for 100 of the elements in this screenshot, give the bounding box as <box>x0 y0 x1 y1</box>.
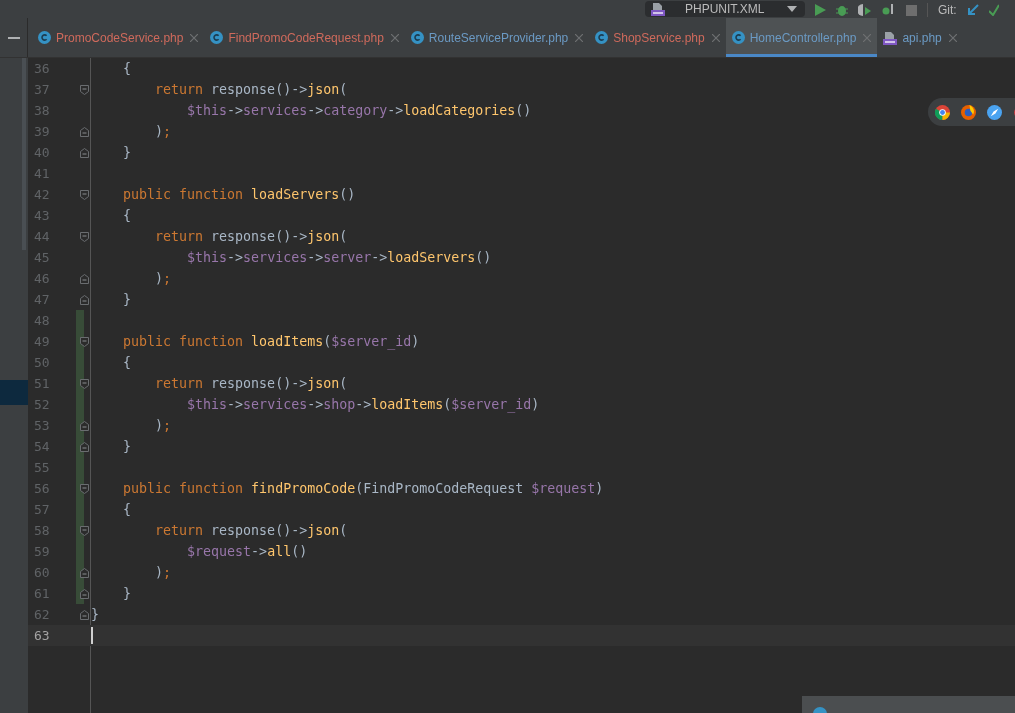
code-line: ); <box>154 416 172 435</box>
line-number: 47 <box>33 290 51 309</box>
line-number: 58 <box>33 521 51 540</box>
close-icon[interactable] <box>948 33 957 42</box>
line-number: 50 <box>33 353 51 372</box>
file-tab[interactable]: ShopService.php <box>589 18 726 57</box>
line-number: 39 <box>33 122 51 141</box>
line-number: 59 <box>33 542 51 561</box>
code-line: } <box>122 584 132 603</box>
caret-icon <box>787 6 797 12</box>
class-icon <box>410 31 424 44</box>
fold-icon[interactable] <box>80 441 89 452</box>
line-number: 43 <box>33 206 51 225</box>
minimize-icon[interactable] <box>7 36 20 39</box>
line-number: 52 <box>33 395 51 414</box>
code-line: $request->all() <box>186 542 308 561</box>
line-number: 53 <box>33 416 51 435</box>
vcs-label: Git: <box>938 4 957 16</box>
code-line: return response()->json( <box>154 521 348 540</box>
profiler-icon[interactable] <box>882 4 896 16</box>
code-line: } <box>91 605 99 624</box>
line-number: 57 <box>33 500 51 519</box>
php-file-icon <box>651 2 665 16</box>
code-line: public function loadServers() <box>122 185 356 204</box>
fold-icon[interactable] <box>80 189 89 200</box>
fold-icon[interactable] <box>80 273 89 284</box>
line-number: 61 <box>33 584 51 603</box>
fold-icon[interactable] <box>80 126 89 137</box>
bug-icon[interactable] <box>836 4 848 16</box>
fold-icon[interactable] <box>80 483 89 494</box>
code-line: } <box>122 437 132 456</box>
line-number: 63 <box>33 626 51 645</box>
stop-icon[interactable] <box>906 4 917 16</box>
run-config-selector[interactable]: PHPUNIT.XML <box>645 1 805 17</box>
update-arrow-icon[interactable] <box>966 4 979 16</box>
code-line: { <box>122 206 132 225</box>
fold-icon[interactable] <box>80 336 89 347</box>
chrome-icon[interactable] <box>935 104 950 120</box>
close-icon[interactable] <box>190 33 199 42</box>
code-line: $this->services->server->loadServers() <box>186 248 492 267</box>
line-number: 46 <box>33 269 51 288</box>
code-line: { <box>122 500 132 519</box>
run-icon[interactable] <box>814 4 826 16</box>
fold-icon[interactable] <box>80 525 89 536</box>
line-number: 37 <box>33 80 51 99</box>
code-line: return response()->json( <box>154 80 348 99</box>
line-number: 40 <box>33 143 51 162</box>
line-number: 51 <box>33 374 51 393</box>
code-line: } <box>122 290 132 309</box>
fold-icon[interactable] <box>80 84 89 95</box>
code-line: return response()->json( <box>154 227 348 246</box>
line-number: 56 <box>33 479 51 498</box>
line-number: 38 <box>33 101 51 120</box>
close-icon[interactable] <box>863 33 872 42</box>
line-number: 42 <box>33 185 51 204</box>
line-number: 45 <box>33 248 51 267</box>
file-tab[interactable]: PromoCodeService.php <box>32 18 205 57</box>
close-icon[interactable] <box>390 33 399 42</box>
line-number: 55 <box>33 458 51 477</box>
fold-icon[interactable] <box>80 231 89 242</box>
line-number: 54 <box>33 437 51 456</box>
fold-icon[interactable] <box>80 609 89 620</box>
line-number: 62 <box>33 605 51 624</box>
fold-icon[interactable] <box>80 378 89 389</box>
fold-icon[interactable] <box>80 567 89 578</box>
code-line: { <box>122 353 132 372</box>
fold-icon[interactable] <box>80 588 89 599</box>
line-number: 60 <box>33 563 51 582</box>
fold-icon[interactable] <box>80 420 89 431</box>
class-icon <box>595 31 609 44</box>
line-number: 41 <box>33 164 51 183</box>
php-file-icon <box>883 30 898 45</box>
code-line: $this->services->category->loadCategories() <box>186 101 532 120</box>
code-line: public function loadItems($server_id) <box>122 332 420 352</box>
firefox-icon[interactable] <box>961 104 976 120</box>
line-number: 49 <box>33 332 51 351</box>
code-line: public function findPromoCode(FindPromoCodeRequest $request) <box>122 479 604 498</box>
fold-icon[interactable] <box>80 147 89 158</box>
class-icon <box>210 31 224 44</box>
code-line: return response()->json( <box>154 374 348 393</box>
check-icon[interactable] <box>988 4 999 16</box>
line-number: 44 <box>33 227 51 246</box>
file-tab[interactable]: RouteServiceProvider.php <box>404 18 590 57</box>
fold-icon[interactable] <box>80 294 89 305</box>
close-icon[interactable] <box>575 33 584 42</box>
file-tab[interactable]: HomeController.php <box>725 18 878 57</box>
close-icon[interactable] <box>711 33 720 42</box>
coverage-icon[interactable] <box>858 4 872 16</box>
code-line: { <box>122 59 132 78</box>
file-tab[interactable]: FindPromoCodeRequest.php <box>204 18 405 57</box>
change-marker[interactable] <box>76 310 84 331</box>
line-number: 36 <box>33 59 51 78</box>
class-icon <box>731 31 745 44</box>
file-tab[interactable]: api.php <box>877 18 963 57</box>
code-line: } <box>122 143 132 162</box>
code-line: ); <box>154 563 172 582</box>
code-line: $this->services->shop->loadItems($server_id) <box>186 395 540 415</box>
code-line: ); <box>154 269 172 288</box>
compass-icon[interactable] <box>987 104 1002 120</box>
code-line: ); <box>154 122 172 141</box>
